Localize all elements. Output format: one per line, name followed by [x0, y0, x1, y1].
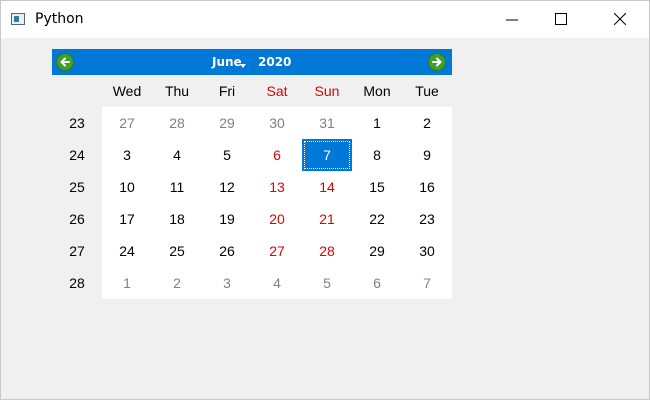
app-window-icon — [11, 13, 25, 25]
day-cell[interactable]: 31 — [302, 107, 352, 139]
arrow-right-circle-icon — [432, 57, 442, 67]
day-cell[interactable]: 3 — [102, 139, 152, 171]
close-icon — [614, 13, 626, 25]
week-number: 28 — [69, 275, 85, 291]
day-cell[interactable]: 5 — [302, 267, 352, 299]
day-cell[interactable]: 2 — [152, 267, 202, 299]
minimize-button[interactable] — [489, 1, 535, 38]
month-dropdown-caret-icon[interactable] — [240, 64, 246, 68]
day-cell[interactable]: 21 — [302, 203, 352, 235]
day-header-thu: Thu — [164, 83, 190, 99]
day-header-tue: Tue — [415, 83, 439, 99]
maximize-button[interactable] — [538, 1, 584, 38]
day-header-mon: Mon — [363, 83, 391, 99]
week-number: 23 — [69, 115, 85, 131]
day-cell[interactable]: 20 — [252, 203, 302, 235]
day-cell[interactable]: 4 — [152, 139, 202, 171]
minimize-icon — [506, 19, 518, 21]
day-cell[interactable]: 5 — [202, 139, 252, 171]
day-cell[interactable]: 2 — [402, 107, 452, 139]
week-number-column: 23 24 25 26 27 28 — [52, 107, 102, 299]
day-cell[interactable]: 25 — [152, 235, 202, 267]
day-cell[interactable]: 11 — [152, 171, 202, 203]
day-cell[interactable]: 23 — [402, 203, 452, 235]
maximize-icon — [555, 13, 567, 25]
day-cell[interactable]: 17 — [102, 203, 152, 235]
day-cell[interactable]: 15 — [352, 171, 402, 203]
week-number: 25 — [69, 179, 85, 195]
day-cell[interactable]: 22 — [352, 203, 402, 235]
day-cell[interactable]: 8 — [352, 139, 402, 171]
day-cell[interactable]: 28 — [152, 107, 202, 139]
day-cell[interactable]: 24 — [102, 235, 152, 267]
day-cell[interactable]: 1 — [102, 267, 152, 299]
day-cell[interactable]: 30 — [402, 235, 452, 267]
day-header-sat: Sat — [266, 83, 288, 99]
day-cell[interactable]: 14 — [302, 171, 352, 203]
next-month-button[interactable] — [428, 53, 446, 71]
day-cell[interactable]: 19 — [202, 203, 252, 235]
app-window: Python June 2020 Wed Thu Fri Sat Sun Mon… — [0, 0, 650, 400]
year-selector[interactable]: 2020 — [258, 55, 291, 69]
day-cell[interactable]: 13 — [252, 171, 302, 203]
selected-day-cell[interactable]: 7 — [302, 139, 352, 171]
month-selector[interactable]: June — [212, 55, 242, 69]
day-cell[interactable]: 27 — [252, 235, 302, 267]
day-cell[interactable]: 3 — [202, 267, 252, 299]
day-cell[interactable]: 4 — [252, 267, 302, 299]
calendar-navigation-bar: June 2020 — [52, 49, 452, 75]
day-cell[interactable]: 16 — [402, 171, 452, 203]
title-bar[interactable]: Python — [1, 1, 649, 38]
week-number: 27 — [69, 243, 85, 259]
day-cell[interactable]: 7 — [402, 267, 452, 299]
arrow-left-circle-icon — [60, 57, 70, 67]
week-number: 26 — [69, 211, 85, 227]
day-cell[interactable]: 6 — [352, 267, 402, 299]
day-of-week-header: Wed Thu Fri Sat Sun Mon Tue — [52, 75, 452, 107]
day-cell[interactable]: 30 — [252, 107, 302, 139]
day-cell[interactable]: 29 — [352, 235, 402, 267]
day-header-fri: Fri — [218, 83, 236, 99]
day-header-sun: Sun — [314, 83, 340, 99]
day-cell[interactable]: 18 — [152, 203, 202, 235]
day-header-wed: Wed — [112, 83, 142, 99]
close-button[interactable] — [597, 1, 643, 38]
window-title: Python — [35, 11, 84, 27]
day-cell[interactable]: 27 — [102, 107, 152, 139]
day-cell[interactable]: 6 — [252, 139, 302, 171]
previous-month-button[interactable] — [56, 53, 74, 71]
day-cell[interactable]: 10 — [102, 171, 152, 203]
day-cell[interactable]: 29 — [202, 107, 252, 139]
day-cell[interactable]: 1 — [352, 107, 402, 139]
calendar-widget: June 2020 Wed Thu Fri Sat Sun Mon Tue 23 24 25 26… — [52, 49, 452, 299]
day-cell[interactable]: 9 — [402, 139, 452, 171]
day-cell[interactable]: 12 — [202, 171, 252, 203]
day-cell[interactable]: 26 — [202, 235, 252, 267]
day-cell[interactable]: 28 — [302, 235, 352, 267]
week-number: 24 — [69, 147, 85, 163]
